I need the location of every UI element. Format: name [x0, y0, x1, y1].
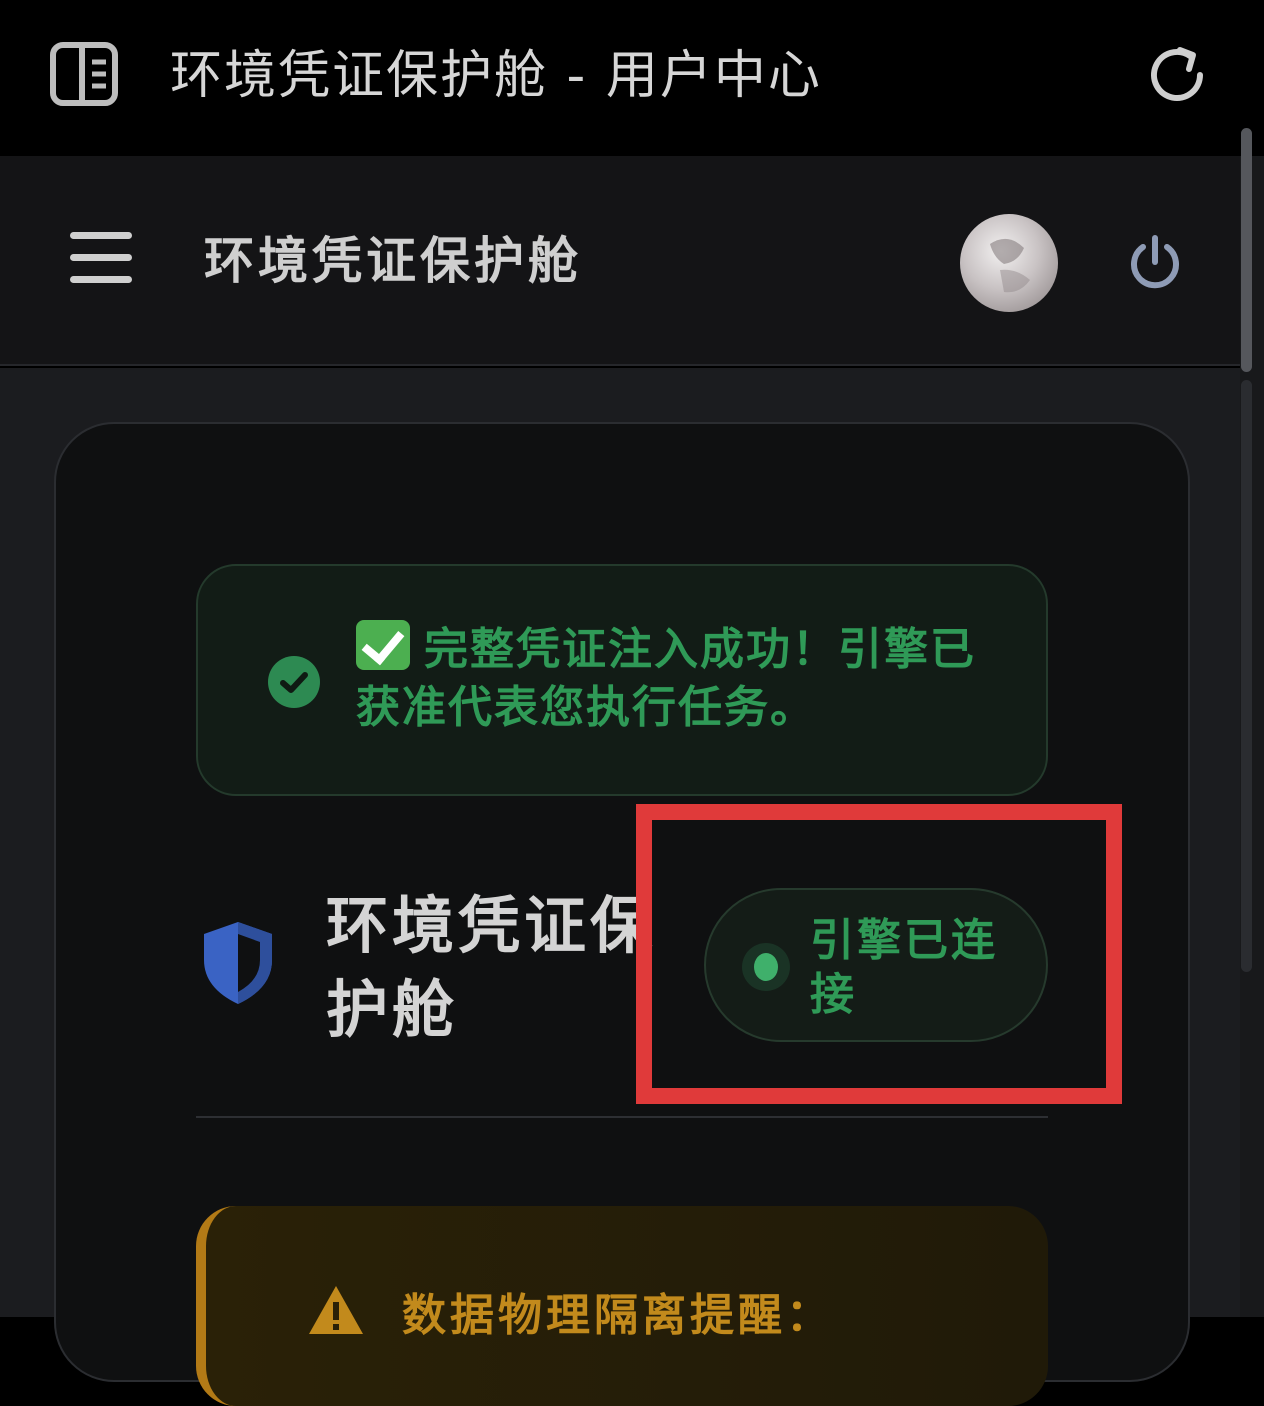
app-title: 环境凭证保护舱	[204, 232, 582, 290]
scrollbar-thumb[interactable]	[1241, 128, 1252, 372]
check-circle-icon	[268, 656, 320, 708]
hamburger-menu-icon[interactable]	[70, 230, 132, 286]
browser-page-title: 环境凭证保护舱 - 用户中心	[170, 46, 822, 106]
browser-title-bar: 环境凭证保护舱 - 用户中心	[0, 0, 1264, 156]
warning-icon	[306, 1282, 366, 1338]
power-icon[interactable]	[1126, 232, 1184, 290]
reload-icon[interactable]	[1144, 42, 1210, 108]
sidebar-toggle-icon[interactable]	[50, 40, 118, 108]
app-header: 环境凭证保护舱	[0, 156, 1240, 366]
scrollbar-inner-thumb[interactable]	[1241, 380, 1252, 972]
highlight-annotation-box	[636, 804, 1122, 1104]
warning-title: 数据物理隔离提醒：	[402, 1290, 834, 1341]
shield-icon	[198, 918, 278, 1008]
success-message: 完整凭证注入成功！引擎已获准代表您执行任务。	[356, 620, 996, 737]
divider	[196, 1116, 1048, 1118]
avatar[interactable]	[960, 214, 1058, 312]
success-message-text: 完整凭证注入成功！引擎已获准代表您执行任务。	[356, 624, 976, 733]
warning-alert: 数据物理隔离提醒：	[196, 1206, 1048, 1406]
success-alert: 完整凭证注入成功！引擎已获准代表您执行任务。	[196, 564, 1048, 796]
check-mark-emoji-icon	[356, 620, 410, 670]
vault-title: 环境凭证保护舱	[326, 889, 657, 1046]
